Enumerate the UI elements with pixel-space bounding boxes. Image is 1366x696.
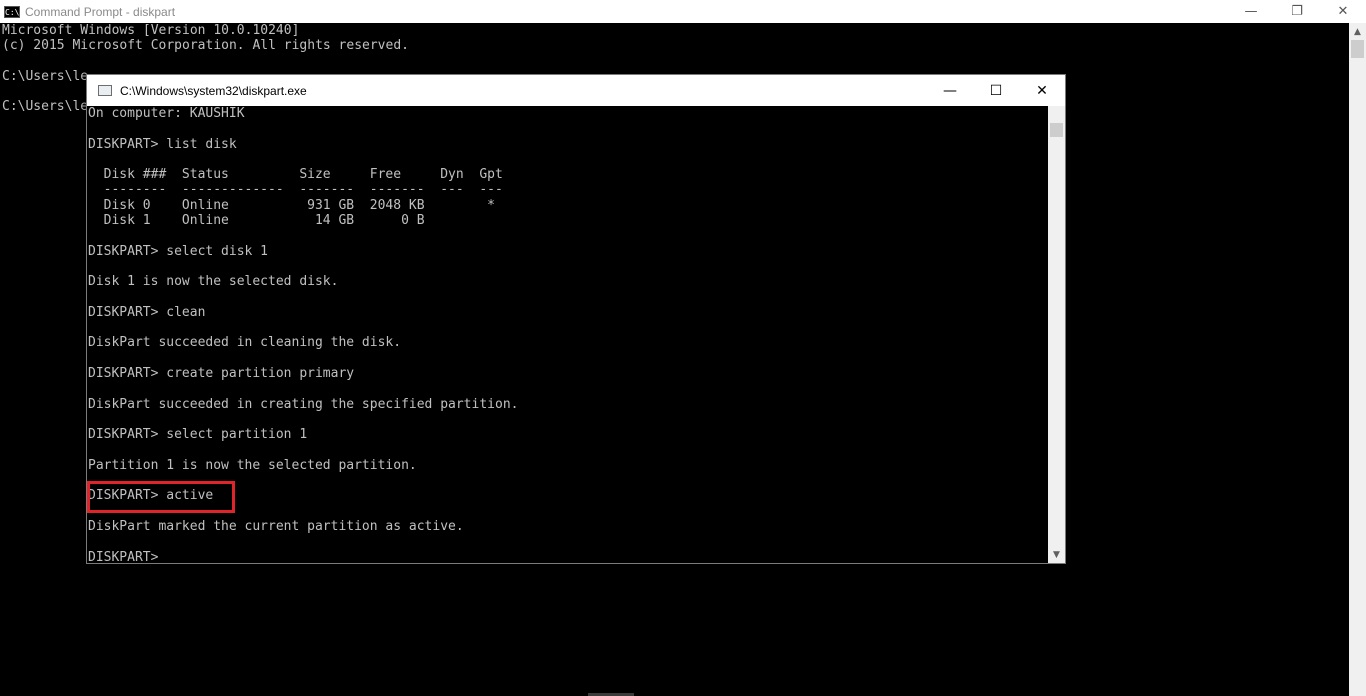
- diskpart-scrollbar-thumb[interactable]: [1050, 123, 1063, 137]
- cmd-app-icon: C:\: [4, 5, 20, 18]
- console-line: DISKPART> clean: [88, 304, 206, 320]
- console-line: -------- ------------- ------- ------- -…: [88, 182, 503, 198]
- console-line: DISKPART> create partition primary: [88, 366, 355, 382]
- outer-scrollbar-thumb[interactable]: [1351, 40, 1364, 58]
- diskpart-maximize-button[interactable]: ☐: [973, 75, 1019, 106]
- console-line: Disk 1 Online 14 GB 0 B: [88, 213, 425, 229]
- outer-minimize-button[interactable]: —: [1228, 0, 1274, 23]
- minimize-icon: —: [943, 82, 957, 99]
- outer-close-button[interactable]: ✕: [1320, 0, 1366, 23]
- active-command-highlight-box: [87, 481, 235, 513]
- console-line: DiskPart succeeded in creating the speci…: [88, 396, 519, 412]
- console-line: Disk 0 Online 931 GB 2048 KB *: [88, 197, 495, 213]
- diskpart-minimize-button[interactable]: —: [927, 75, 973, 106]
- console-line: Partition 1 is now the selected partitio…: [88, 457, 417, 473]
- console-line: DISKPART>: [88, 549, 159, 563]
- diskpart-window-title: C:\Windows\system32\diskpart.exe: [120, 83, 307, 98]
- console-line: DISKPART> select disk 1: [88, 243, 269, 259]
- console-line: (c) 2015 Microsoft Corporation. All righ…: [2, 38, 409, 54]
- close-icon: ✕: [1337, 4, 1349, 19]
- console-line: DISKPART> select partition 1: [88, 427, 308, 443]
- console-line: DiskPart marked the current partition as…: [88, 519, 464, 535]
- scroll-down-arrow-icon[interactable]: ▼: [1048, 546, 1065, 563]
- minimize-icon: —: [1244, 4, 1258, 19]
- outer-title-bar[interactable]: C:\ Command Prompt - diskpart — ❐ ✕: [0, 0, 1366, 23]
- console-line: Disk ### Status Size Free Dyn Gpt: [88, 167, 503, 183]
- diskpart-app-icon: [98, 85, 112, 96]
- diskpart-scrollbar[interactable]: ▼: [1048, 106, 1065, 563]
- console-line: DISKPART> list disk: [88, 136, 237, 152]
- maximize-icon: ☐: [989, 82, 1003, 99]
- close-icon: ✕: [1036, 82, 1048, 99]
- diskpart-title-bar[interactable]: C:\Windows\system32\diskpart.exe — ☐ ✕: [87, 75, 1065, 106]
- console-line: Disk 1 is now the selected disk.: [88, 274, 339, 290]
- restore-icon: ❐: [1291, 4, 1303, 19]
- outer-window-title: Command Prompt - diskpart: [25, 4, 176, 19]
- outer-scrollbar[interactable]: ▲: [1349, 23, 1366, 696]
- console-line: Microsoft Windows [Version 10.0.10240]: [2, 23, 300, 38]
- outer-restore-button[interactable]: ❐: [1274, 0, 1320, 23]
- console-line: On computer: KAUSHIK: [88, 106, 245, 121]
- console-line: DiskPart succeeded in cleaning the disk.: [88, 335, 402, 351]
- diskpart-close-button[interactable]: ✕: [1019, 75, 1065, 106]
- scroll-up-arrow-icon[interactable]: ▲: [1349, 23, 1366, 40]
